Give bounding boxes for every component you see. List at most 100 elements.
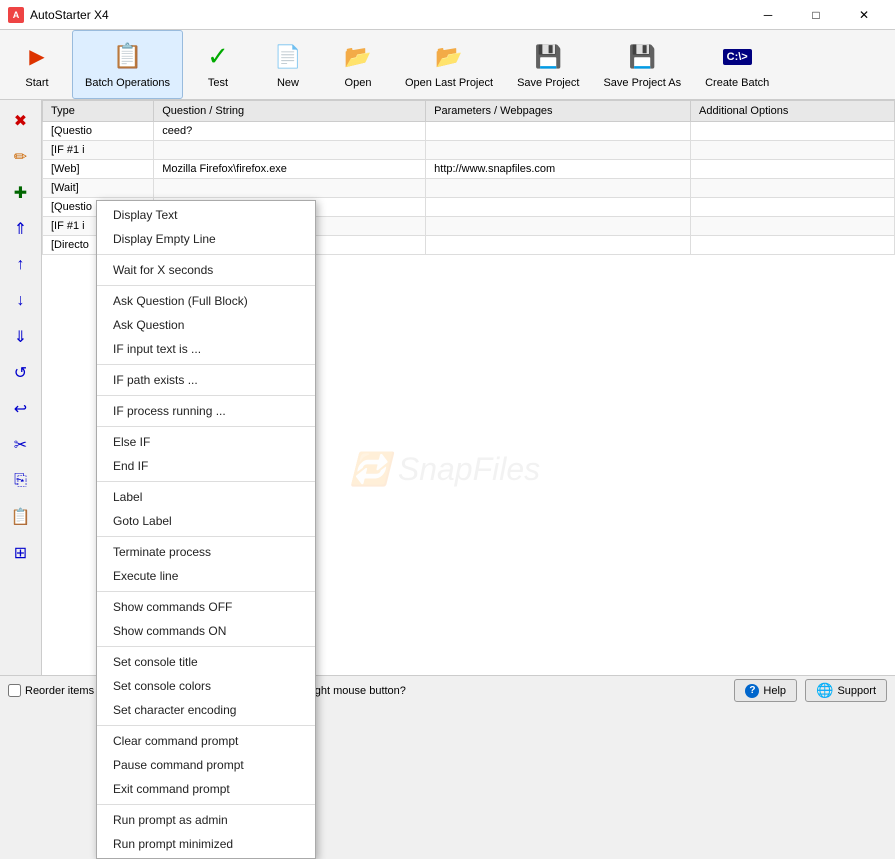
title-bar-left: A AutoStarter X4 — [8, 7, 109, 23]
menu-separator — [97, 725, 315, 726]
menu-item-pause-command-prompt[interactable]: Pause command prompt — [97, 753, 315, 777]
save-as-label: Save Project As — [603, 77, 681, 89]
minimize-button[interactable]: ─ — [745, 0, 791, 30]
more-button[interactable]: ⊞ — [4, 536, 38, 570]
cell-type: [Wait] — [43, 179, 154, 198]
menu-separator — [97, 285, 315, 286]
menu-item-end-if[interactable]: End IF — [97, 454, 315, 478]
start-button[interactable]: ▶ Start — [2, 30, 72, 99]
menu-item-label[interactable]: Label — [97, 485, 315, 509]
cell-question: Mozilla Firefox\firefox.exe — [154, 160, 426, 179]
refresh-button[interactable]: ↺ — [4, 356, 38, 390]
edit-button[interactable]: ✏ — [4, 140, 38, 174]
menu-item-wait-x-seconds[interactable]: Wait for X seconds — [97, 258, 315, 282]
menu-item-set-character-encoding[interactable]: Set character encoding — [97, 698, 315, 722]
menu-item-clear-command-prompt[interactable]: Clear command prompt — [97, 729, 315, 753]
cell-options — [691, 122, 895, 141]
menu-item-if-path-exists[interactable]: IF path exists ... — [97, 368, 315, 392]
menu-item-set-console-colors[interactable]: Set console colors — [97, 674, 315, 698]
menu-separator — [97, 364, 315, 365]
save-as-icon: 💾 — [626, 41, 658, 73]
cell-type: [Questio — [43, 122, 154, 141]
support-button[interactable]: 🌐 Support — [805, 679, 887, 702]
table-row[interactable]: [Wait] — [43, 179, 895, 198]
col-params: Parameters / Webpages — [426, 101, 691, 122]
cell-params — [426, 236, 691, 255]
table-row[interactable]: [Web] Mozilla Firefox\firefox.exe http:/… — [43, 160, 895, 179]
cell-question — [154, 179, 426, 198]
help-icon: ? — [745, 684, 759, 698]
cell-params — [426, 122, 691, 141]
cell-options — [691, 141, 895, 160]
cell-options — [691, 198, 895, 217]
save-label: Save Project — [517, 77, 579, 89]
menu-item-display-empty-line[interactable]: Display Empty Line — [97, 227, 315, 251]
menu-item-if-process-running[interactable]: IF process running ... — [97, 399, 315, 423]
delete-button[interactable]: ✖ — [4, 104, 38, 138]
cell-params — [426, 141, 691, 160]
menu-item-if-input-text[interactable]: IF input text is ... — [97, 337, 315, 361]
menu-item-ask-question-full[interactable]: Ask Question (Full Block) — [97, 289, 315, 313]
copy-button[interactable]: ⎘ — [4, 464, 38, 498]
title-bar: A AutoStarter X4 ─ □ ✕ — [0, 0, 895, 30]
menu-item-show-commands-on[interactable]: Show commands ON — [97, 619, 315, 643]
paste-button[interactable]: 📋 — [4, 500, 38, 534]
new-label: New — [277, 77, 299, 89]
cell-question: ceed? — [154, 122, 426, 141]
menu-separator — [97, 481, 315, 482]
menu-item-exit-command-prompt[interactable]: Exit command prompt — [97, 777, 315, 801]
menu-item-set-console-title[interactable]: Set console title — [97, 650, 315, 674]
drag-checkbox[interactable] — [8, 684, 21, 697]
open-last-icon: 📂 — [433, 41, 465, 73]
menu-item-execute-line[interactable]: Execute line — [97, 564, 315, 588]
table-row[interactable]: [IF #1 i — [43, 141, 895, 160]
menu-item-display-text[interactable]: Display Text — [97, 203, 315, 227]
save-button[interactable]: 💾 Save Project — [505, 30, 591, 99]
move-up-button[interactable]: ↑ — [4, 248, 38, 282]
maximize-button[interactable]: □ — [793, 0, 839, 30]
menu-item-ask-question[interactable]: Ask Question — [97, 313, 315, 337]
create-batch-button[interactable]: C:\> Create Batch — [693, 30, 781, 99]
batch-icon: 📋 — [112, 41, 144, 73]
menu-item-terminate-process[interactable]: Terminate process — [97, 540, 315, 564]
cut-button[interactable]: ✂ — [4, 428, 38, 462]
cell-params: http://www.snapfiles.com — [426, 160, 691, 179]
cell-options — [691, 179, 895, 198]
close-button[interactable]: ✕ — [841, 0, 887, 30]
test-button[interactable]: ✓ Test — [183, 30, 253, 99]
table-row[interactable]: [Questio ceed? — [43, 122, 895, 141]
open-button[interactable]: 📂 Open — [323, 30, 393, 99]
menu-item-goto-label[interactable]: Goto Label — [97, 509, 315, 533]
test-icon: ✓ — [202, 41, 234, 73]
batch-operations-button[interactable]: 📋 Batch Operations — [72, 30, 183, 99]
menu-item-show-commands-off[interactable]: Show commands OFF — [97, 595, 315, 619]
col-options: Additional Options — [691, 101, 895, 122]
main-layout: ✖ ✏ ✚ ⇑ ↑ ↓ ⇓ ↺ ↩ ✂ ⎘ 📋 ⊞ Type Question … — [0, 100, 895, 675]
move-top-button[interactable]: ⇑ — [4, 212, 38, 246]
create-batch-label: Create Batch — [705, 77, 769, 89]
help-button[interactable]: ? Help — [734, 679, 797, 702]
cell-type: [Web] — [43, 160, 154, 179]
menu-item-run-prompt-admin[interactable]: Run prompt as admin — [97, 808, 315, 832]
menu-separator — [97, 536, 315, 537]
sidebar: ✖ ✏ ✚ ⇑ ↑ ↓ ⇓ ↺ ↩ ✂ ⎘ 📋 ⊞ — [0, 100, 42, 675]
open-icon: 📂 — [342, 41, 374, 73]
open-last-label: Open Last Project — [405, 77, 493, 89]
test-label: Test — [208, 77, 228, 89]
table-header-row: Type Question / String Parameters / Webp… — [43, 101, 895, 122]
move-bottom-button[interactable]: ⇓ — [4, 320, 38, 354]
cell-options — [691, 160, 895, 179]
open-last-button[interactable]: 📂 Open Last Project — [393, 30, 505, 99]
undo-button[interactable]: ↩ — [4, 392, 38, 426]
new-button[interactable]: 📄 New — [253, 30, 323, 99]
menu-separator — [97, 804, 315, 805]
app-title: AutoStarter X4 — [30, 8, 109, 22]
cell-question — [154, 141, 426, 160]
start-label: Start — [25, 77, 48, 89]
menu-item-run-prompt-minimized[interactable]: Run prompt minimized — [97, 832, 315, 856]
title-bar-controls[interactable]: ─ □ ✕ — [745, 0, 887, 30]
menu-item-else-if[interactable]: Else IF — [97, 430, 315, 454]
move-down-button[interactable]: ↓ — [4, 284, 38, 318]
add-button[interactable]: ✚ — [4, 176, 38, 210]
save-as-button[interactable]: 💾 Save Project As — [591, 30, 693, 99]
